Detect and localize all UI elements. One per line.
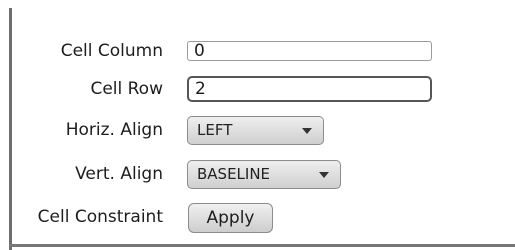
cell-column-field[interactable]: 0 <box>187 41 432 61</box>
chevron-down-icon <box>319 172 329 178</box>
cell-column-label: Cell Column <box>60 41 163 61</box>
cell-row-label: Cell Row <box>90 79 163 99</box>
panel-bottom-border <box>9 244 515 247</box>
horiz-align-label: Horiz. Align <box>65 120 163 140</box>
vert-align-label: Vert. Align <box>75 164 163 184</box>
vert-align-selected-value: BASELINE <box>197 165 271 183</box>
apply-button[interactable]: Apply <box>188 203 273 233</box>
cell-layout-panel: Cell Column 0 Cell Row 2 Horiz. Align LE… <box>12 0 515 244</box>
horiz-align-select[interactable]: LEFT <box>187 116 324 145</box>
cell-row-field[interactable]: 2 <box>187 76 432 102</box>
cell-constraint-label: Cell Constraint <box>37 207 163 227</box>
chevron-down-icon <box>302 128 312 134</box>
vert-align-select[interactable]: BASELINE <box>187 160 341 189</box>
horiz-align-selected-value: LEFT <box>197 121 233 139</box>
